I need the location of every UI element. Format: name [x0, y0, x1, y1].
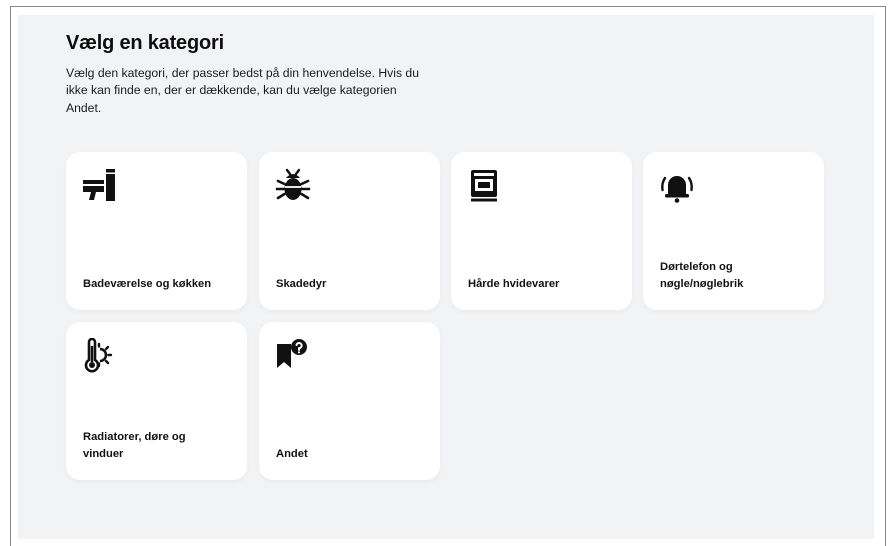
- category-label: Dørtelefon og nøgle/nøglebrik: [660, 261, 744, 290]
- category-label: Hårde hvidevarer: [468, 278, 560, 290]
- toilet-icon: [82, 168, 118, 204]
- page-title: Vælg en kategori: [66, 32, 224, 54]
- category-card-appliances[interactable]: Hårde hvidevarer: [451, 152, 632, 310]
- category-label: Skadedyr: [276, 278, 327, 290]
- bell-icon: [659, 168, 695, 204]
- category-card-bathroom-kitchen[interactable]: Badeværelse og køkken: [66, 152, 247, 310]
- category-card-pests[interactable]: Skadedyr: [259, 152, 440, 310]
- oven-icon: [467, 168, 503, 204]
- thermometer-sun-icon: [82, 337, 118, 374]
- category-card-doorphone-keys[interactable]: Dørtelefon og nøgle/nøglebrik: [643, 152, 824, 310]
- category-label: Badeværelse og køkken: [83, 278, 212, 290]
- category-card-radiators-doors-windows[interactable]: Radiatorer, døre og vinduer: [66, 322, 247, 480]
- category-label: Andet: [276, 448, 308, 460]
- bug-icon: [275, 168, 311, 204]
- bookmark-question-icon: [275, 338, 311, 374]
- page-description: Vælg den kategori, der passer bedst på d…: [66, 66, 419, 115]
- category-card-other[interactable]: Andet: [259, 322, 440, 480]
- category-label: Radiatorer, døre og vinduer: [83, 431, 186, 460]
